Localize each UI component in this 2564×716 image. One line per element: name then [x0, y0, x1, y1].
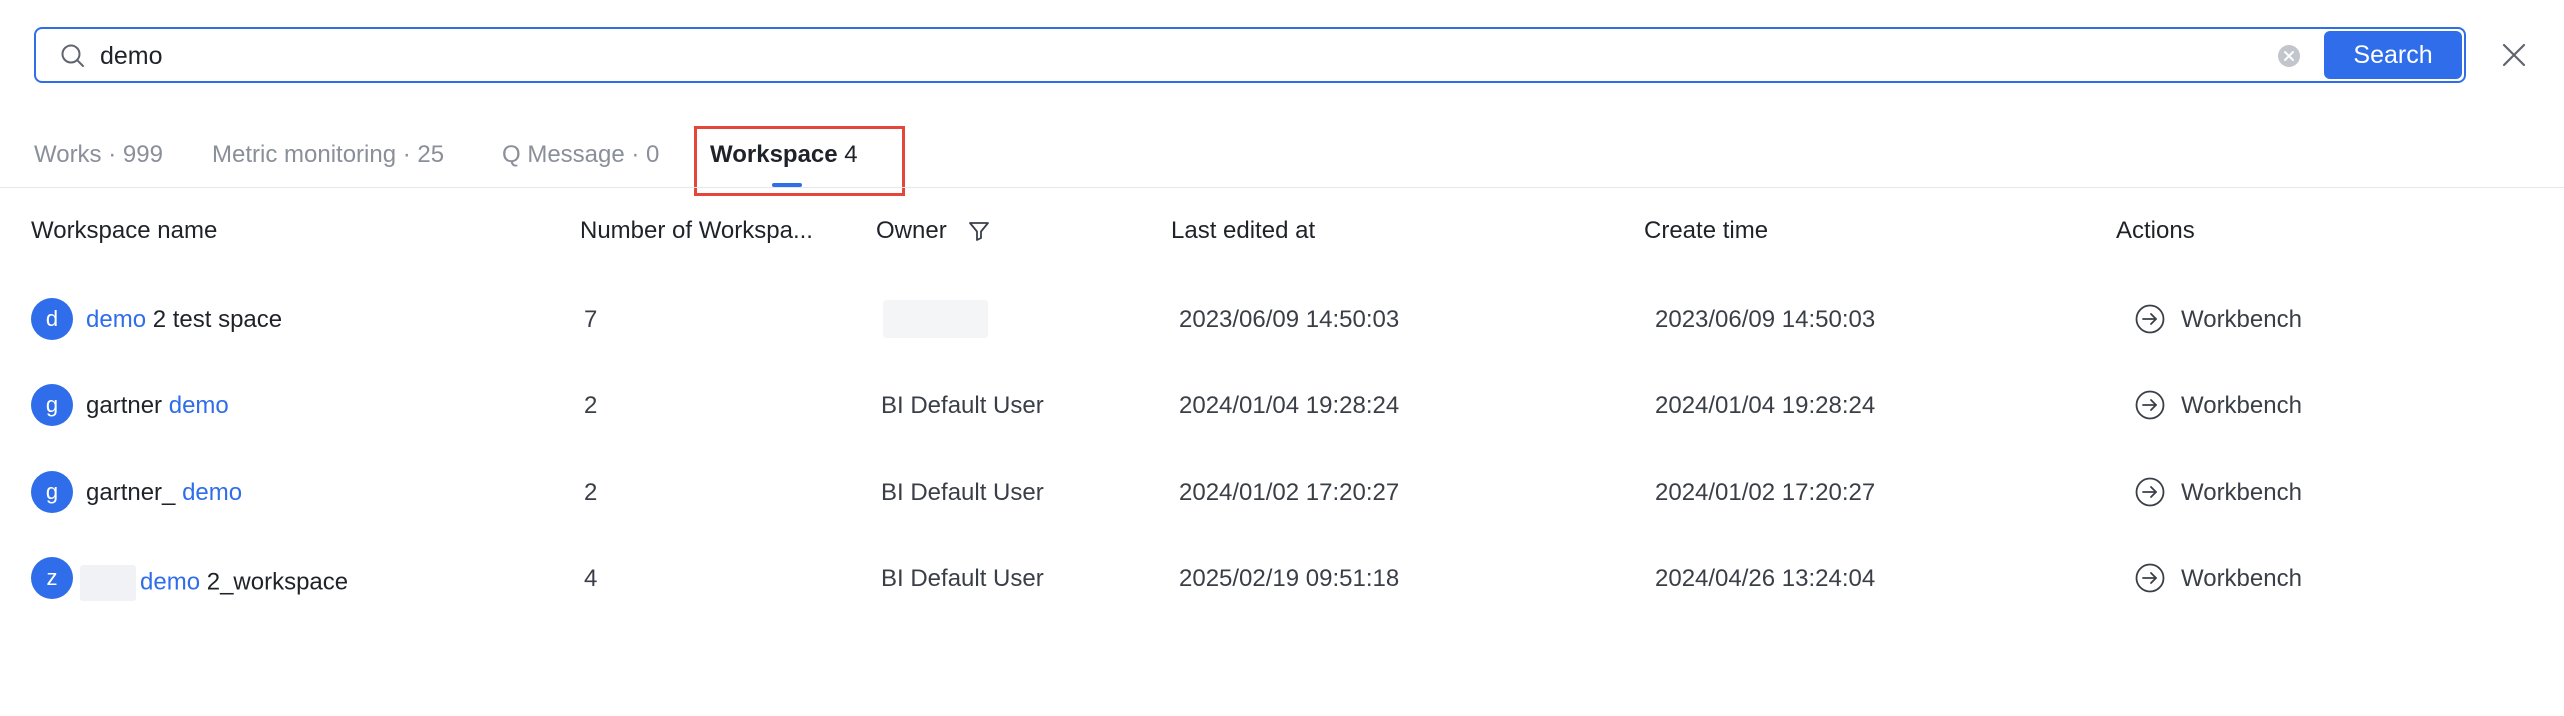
create-time: 2024/04/26 13:24:04 — [1655, 565, 1876, 592]
search-button[interactable]: Search — [2324, 31, 2462, 79]
last-edited: 2024/01/02 17:20:27 — [1179, 479, 1400, 506]
column-header-create-time: Create time — [1644, 217, 1769, 244]
owner: BI Default User — [881, 392, 1044, 419]
member-count: 2 — [584, 392, 598, 419]
column-header-member-count: Number of Workspa... — [580, 217, 813, 244]
name-suffix: 2_workspace — [200, 568, 349, 596]
tabs-divider — [0, 187, 2564, 188]
avatar: g — [31, 471, 73, 513]
create-time: 2024/01/04 19:28:24 — [1655, 392, 1876, 419]
table-row[interactable]: g gartner demo 2 BI Default User 2024/01… — [0, 359, 2564, 445]
workspace-name[interactable]: gartner_ demo — [86, 479, 242, 507]
column-header-last-edited: Last edited at — [1171, 217, 1316, 244]
workspace-name[interactable]: demo 2 test space — [86, 306, 282, 334]
tab-metric-monitoring[interactable]: Metric monitoring · 25 — [212, 141, 444, 169]
search-results-panel: Search Works · 999 Metric monitoring · 2… — [0, 0, 2564, 716]
owner: BI Default User — [881, 479, 1044, 506]
name-match: demo — [140, 568, 201, 596]
workspace-name[interactable]: gartner demo — [86, 392, 229, 420]
owner-redacted — [883, 300, 988, 338]
name-suffix: 2 test space — [146, 306, 283, 333]
workbench-label: Workbench — [2181, 565, 2302, 592]
member-count: 2 — [584, 479, 598, 506]
avatar: d — [31, 298, 73, 340]
close-icon[interactable] — [2500, 41, 2528, 69]
owner: BI Default User — [881, 565, 1044, 592]
highlight-box — [694, 126, 905, 196]
workbench-label: Workbench — [2181, 306, 2302, 333]
avatar: g — [31, 384, 73, 426]
tab-q-message[interactable]: Q Message · 0 — [502, 141, 659, 169]
table-row[interactable]: d demo 2 test space 7 2023/06/09 14:50:0… — [0, 273, 2564, 359]
create-time: 2024/01/02 17:20:27 — [1655, 479, 1876, 506]
name-match: demo — [86, 306, 147, 333]
arrow-right-circle-icon — [2135, 563, 2165, 593]
arrow-right-circle-icon — [2135, 477, 2165, 507]
search-bar: Search — [34, 27, 2466, 83]
arrow-right-circle-icon — [2135, 304, 2165, 334]
name-match: demo — [182, 479, 243, 506]
table-row[interactable]: g gartner_ demo 2 BI Default User 2024/0… — [0, 446, 2564, 532]
name-prefix: gartner_ — [86, 479, 183, 506]
search-input[interactable] — [100, 37, 2300, 75]
arrow-right-circle-icon — [2135, 390, 2165, 420]
table-row[interactable]: z demo 2_workspace 4 BI Default User 202… — [0, 532, 2564, 618]
avatar: z — [31, 557, 73, 599]
last-edited: 2025/02/19 09:51:18 — [1179, 565, 1400, 592]
clear-icon[interactable] — [2276, 43, 2302, 69]
workbench-label: Workbench — [2181, 479, 2302, 506]
column-header-owner: Owner — [876, 217, 947, 244]
name-match: demo — [168, 392, 229, 419]
member-count: 7 — [584, 306, 598, 333]
column-header-actions: Actions — [2116, 217, 2195, 244]
name-redacted — [80, 565, 136, 601]
filter-icon[interactable] — [966, 218, 992, 244]
name-prefix: gartner — [86, 392, 169, 419]
last-edited: 2023/06/09 14:50:03 — [1179, 306, 1400, 333]
workspace-name[interactable]: demo 2_workspace — [80, 565, 348, 601]
column-header-workspace-name: Workspace name — [31, 217, 218, 244]
member-count: 4 — [584, 565, 598, 592]
last-edited: 2024/01/04 19:28:24 — [1179, 392, 1400, 419]
workbench-label: Workbench — [2181, 392, 2302, 419]
create-time: 2023/06/09 14:50:03 — [1655, 306, 1876, 333]
tab-works[interactable]: Works · 999 — [34, 141, 163, 169]
search-icon — [61, 44, 84, 67]
